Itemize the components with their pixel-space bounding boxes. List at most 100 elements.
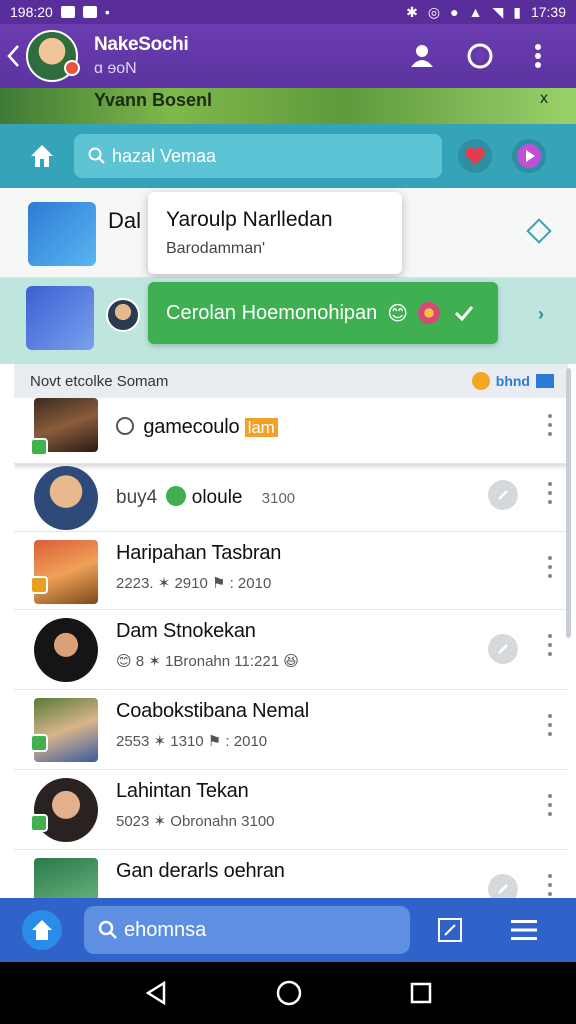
section-right-label[interactable]: bhnd — [496, 373, 530, 389]
row-menu-button[interactable] — [548, 414, 554, 436]
favorite-button[interactable] — [458, 139, 492, 173]
status-icon — [166, 486, 187, 506]
row-menu-button[interactable] — [548, 714, 554, 736]
battery-icon: ▮ — [513, 3, 521, 20]
tooltip-popup[interactable]: Yaroulp Narlledan Barodamman' — [148, 192, 402, 274]
smile-emoji-icon: 😊 — [387, 302, 409, 325]
more-options-button[interactable] — [522, 40, 554, 72]
contact-avatar — [34, 540, 98, 604]
contact-name-text: gamecoulo — [143, 416, 240, 438]
contact-avatar — [34, 858, 98, 898]
contact-subtitle: 2223. ✶ 2910 ⚑ : 2010 — [116, 575, 272, 592]
banner-close-button[interactable]: x — [540, 90, 548, 108]
contact-avatar — [34, 466, 98, 530]
contact-name: Coabokstibana Nemal — [116, 700, 309, 722]
row-menu-button[interactable] — [548, 556, 554, 578]
search-icon — [98, 920, 117, 939]
row-menu-button[interactable] — [548, 794, 554, 816]
row-menu-button[interactable] — [548, 634, 554, 656]
profile-button[interactable] — [406, 40, 438, 72]
menu-button[interactable] — [506, 912, 542, 948]
list-item[interactable]: Dam Stnokekan 😊 8 ✶ 1Bronahn 11:221 😆 — [14, 610, 568, 690]
scrollbar[interactable] — [566, 368, 571, 638]
row-menu-button[interactable] — [548, 482, 554, 504]
contact-subtitle: 5023 ✶ Obronahn 3100 — [116, 813, 275, 830]
location-icon: ● — [450, 4, 459, 20]
list-item[interactable]: buy4 oloule 3100 — [14, 464, 568, 532]
header-avatar[interactable] — [26, 30, 80, 82]
card2-thumbnail — [26, 286, 94, 350]
play-button[interactable] — [512, 139, 546, 173]
contact-name: Dam Stnokekan — [116, 620, 256, 642]
status-time-right: 17:39 — [530, 4, 566, 20]
chat-header: NakeSochi ɑ ɘоΝ — [0, 24, 576, 88]
contact-list: gamecoulo lam buy4 oloule 3100 Haripahan… — [14, 398, 568, 898]
header-subtitle: ɑ ɘоΝ — [94, 60, 137, 77]
dot-icon: • — [104, 4, 110, 20]
system-nav-bar — [0, 962, 576, 1024]
list-item[interactable]: Gan derarls oehran — [14, 850, 568, 898]
contact-name: gamecoulo lam — [116, 416, 278, 439]
clock-icon — [116, 417, 134, 435]
success-toast[interactable]: Cerolan Hoemonohipan 😊 — [148, 282, 498, 344]
card-name: Dal — [108, 208, 142, 233]
search-icon — [88, 147, 105, 164]
tooltip-subtitle: Barodamman' — [166, 240, 266, 257]
search-text: hazal Vemaa — [112, 145, 217, 166]
bottom-search-input[interactable]: ehomnsa — [84, 906, 410, 954]
list-item[interactable]: gamecoulo lam — [14, 398, 568, 464]
bottom-home-button[interactable] — [22, 910, 62, 950]
notification-icon — [60, 6, 75, 18]
search-row: hazal Vemaa — [0, 124, 576, 188]
cover-banner: Yvann Bosenl x — [0, 88, 576, 124]
section-header: Novt etcolke Somam bhnd — [14, 364, 568, 398]
home-button[interactable] — [22, 136, 62, 176]
chat-bubble-button[interactable] — [464, 40, 496, 72]
status-bar: 198:20 • ✱ ◎ ● ▲ ◥ ▮ 17:39 — [0, 0, 576, 24]
banner-text: Yvann Bosenl — [94, 90, 213, 110]
clock-icon — [498, 490, 508, 500]
badge-icon — [30, 734, 48, 752]
list-item[interactable]: Haripahan Tasbran 2223. ✶ 2910 ⚑ : 2010 — [14, 532, 568, 610]
section-title: Novt etcolke Somam — [30, 372, 169, 390]
clock-button[interactable] — [488, 634, 518, 664]
list-item[interactable]: Lahintan Tekan 5023 ✶ Obronahn 3100 — [14, 770, 568, 850]
contact-tag: lam — [244, 418, 278, 437]
contact-subtitle: 😊 8 ✶ 1Bronahn 11:221 😆 — [116, 653, 299, 670]
contact-avatar — [34, 778, 98, 842]
alarm-icon: ◎ — [427, 3, 441, 20]
badge-icon — [30, 814, 48, 832]
badge-icon — [30, 576, 48, 594]
back-button[interactable] — [2, 36, 24, 76]
nav-recents-icon[interactable] — [410, 982, 432, 1004]
clock-button[interactable] — [488, 480, 518, 510]
contact-name: Lahintan Tekan — [116, 780, 249, 802]
card2-avatar — [106, 298, 140, 332]
search-input[interactable]: hazal Vemaa — [74, 134, 442, 178]
nav-back-icon[interactable] — [144, 981, 168, 1005]
heart-icon — [465, 147, 485, 165]
sticker-icon — [418, 302, 441, 324]
row-menu-button[interactable] — [548, 874, 554, 896]
clock-button[interactable] — [488, 874, 518, 898]
back-arrow-icon — [7, 45, 19, 67]
home-icon — [31, 145, 53, 167]
compose-button[interactable] — [432, 912, 468, 948]
home-icon — [32, 920, 52, 940]
contact-avatar — [34, 618, 98, 682]
nav-home-icon[interactable] — [276, 980, 302, 1006]
contact-subtitle: 2553 ✶ 1310 ⚑ : 2010 — [116, 733, 268, 750]
contact-name: Gan derarls oehran — [116, 860, 285, 882]
signal-icon: ▲ — [468, 4, 483, 20]
bottom-search-text: ehomnsa — [124, 918, 207, 941]
chevron-right-icon[interactable]: › — [538, 304, 544, 325]
contact-avatar — [34, 698, 98, 762]
badge-icon — [30, 438, 48, 456]
list-item[interactable]: Coabokstibana Nemal 2553 ✶ 1310 ⚑ : 2010 — [14, 690, 568, 770]
header-title: NakeSochi — [94, 34, 189, 55]
checkbox-icon[interactable] — [536, 374, 554, 388]
clock-icon — [498, 644, 508, 654]
wifi-icon: ◥ — [492, 3, 504, 20]
bottom-bar: ehomnsa — [0, 898, 576, 962]
kebab-icon — [535, 44, 541, 68]
